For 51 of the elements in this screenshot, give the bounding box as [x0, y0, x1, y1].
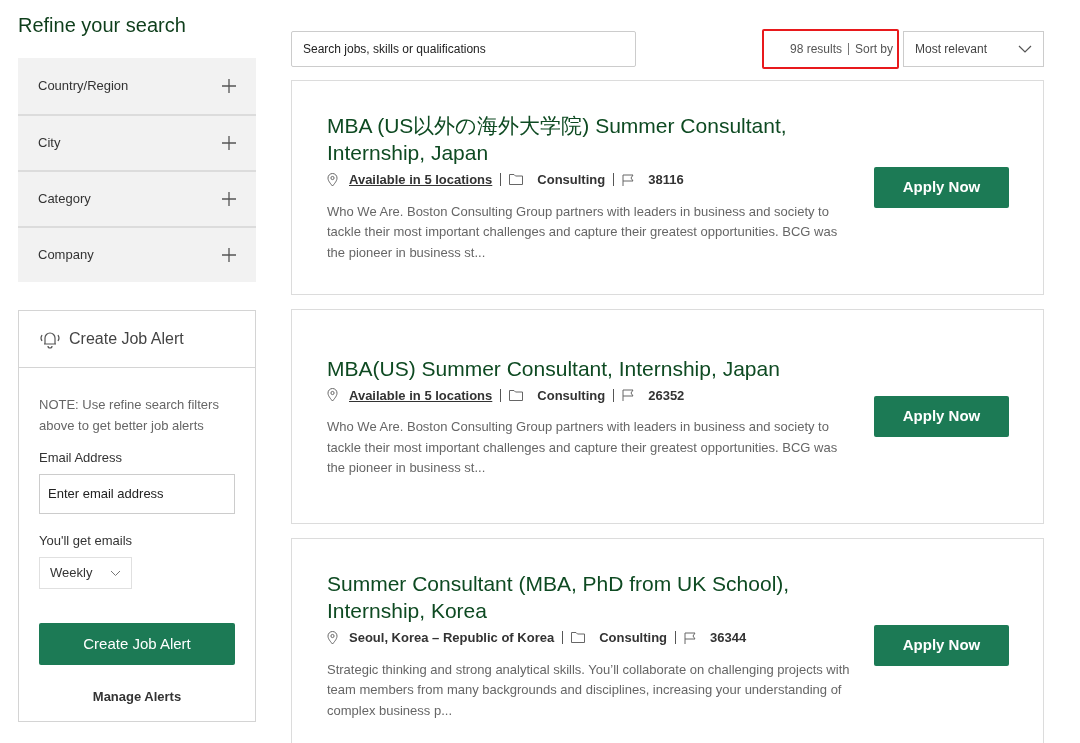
email-input[interactable]: Enter email address — [39, 473, 235, 514]
chevron-down-icon — [1018, 45, 1032, 53]
panel-title: Create Job Alert — [69, 329, 184, 349]
location-pin-icon — [327, 172, 338, 187]
field-label: You'll get emails — [39, 531, 134, 550]
plus-icon — [222, 79, 236, 93]
filter-item[interactable]: Company — [18, 226, 256, 282]
apply-button[interactable]: Apply Now — [874, 396, 1009, 437]
job-description: Strategic thinking and strong analytical skills. You’ll collaborate on challenging projects with team members from many backgrounds and disciplines, increasing your understanding of complex business p... — [327, 660, 851, 720]
manage-alerts-link[interactable]: Manage Alerts — [92, 687, 182, 707]
folder-icon — [571, 632, 586, 644]
job-description: Who We Are. Boston Consulting Group partners with leaders in business and society to tackle their most important challenges and capture their greatest opportunities. BCG was the pioneer in business st... — [327, 418, 839, 477]
create-alert-button[interactable]: Create Job Alert — [39, 623, 235, 665]
folder-icon — [509, 389, 524, 401]
locations-link[interactable]: Available in 5 locations — [349, 385, 493, 405]
plus-icon — [222, 136, 236, 150]
job-title-link[interactable]: MBA(US) Summer Consultant, Internship, Japan — [327, 354, 852, 382]
search-field[interactable]: Search jobs, skills or qualifications — [291, 31, 636, 67]
sort-label: Sort by — [855, 41, 893, 58]
apply-button[interactable]: Apply Now — [874, 167, 1009, 208]
sort-dropdown[interactable]: Most relevant — [903, 31, 1044, 67]
location-pin-icon — [327, 630, 338, 645]
flag-icon — [622, 173, 635, 186]
flag-icon — [622, 389, 635, 402]
chevron-down-icon — [110, 569, 121, 577]
category-text: Consulting — [599, 629, 668, 647]
bell-icon — [39, 329, 61, 349]
plus-icon — [222, 248, 236, 262]
job-title-link[interactable]: MBA (US以外の海外大学院) Summer Consultant, Internship, Japan — [327, 112, 852, 166]
category-text: Consulting — [537, 386, 606, 405]
frequency-dropdown[interactable]: Weekly — [39, 557, 132, 589]
filter-item[interactable]: Category — [18, 170, 256, 226]
job-id-text: 36344 — [710, 629, 747, 647]
folder-icon — [509, 174, 524, 186]
filter-item[interactable]: City — [18, 114, 256, 170]
results-count: 98 results — [789, 41, 842, 58]
location-text: Seoul, Korea – Republic of Korea — [349, 629, 555, 647]
note-text: NOTE: Use refine search filters above to get better job alerts — [39, 396, 220, 435]
job-id-text: 26352 — [648, 386, 685, 405]
flag-icon — [684, 631, 697, 644]
sidebar-title: Refine your search — [18, 13, 187, 38]
apply-button[interactable]: Apply Now — [874, 625, 1009, 666]
job-description: Who We Are. Boston Consulting Group partners with leaders in business and society to tackle their most important challenges and capture their greatest opportunities. BCG was the pioneer in business st... — [327, 202, 839, 262]
filter-item[interactable]: Country/Region — [18, 58, 256, 114]
category-text: Consulting — [537, 171, 606, 189]
plus-icon — [222, 192, 236, 206]
field-label: Email Address — [39, 449, 124, 467]
locations-link[interactable]: Available in 5 locations — [349, 170, 493, 190]
location-pin-icon — [327, 388, 338, 403]
job-title-link[interactable]: Summer Consultant (MBA, PhD from UK School), Internship, Korea — [327, 570, 852, 624]
job-id-text: 38116 — [648, 171, 684, 189]
